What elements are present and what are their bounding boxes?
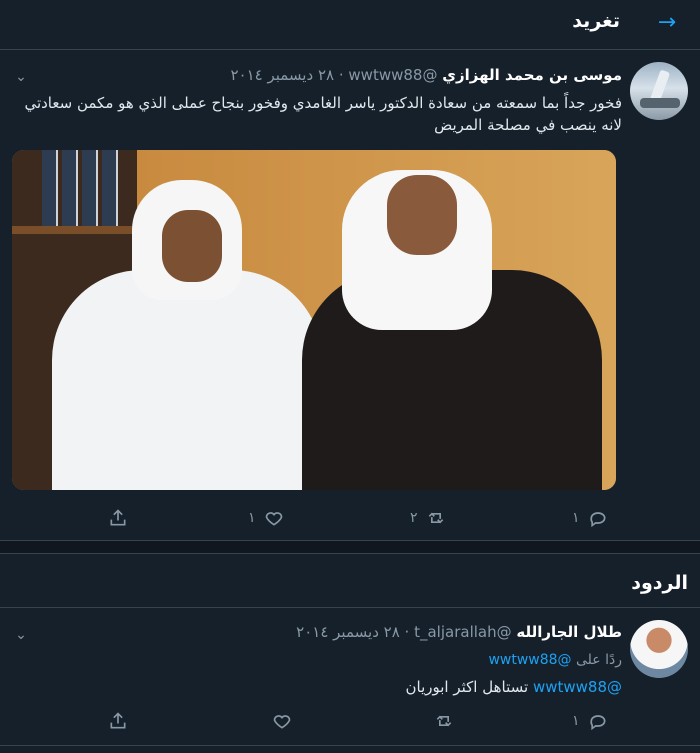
meta-dot: · [338,66,344,84]
photo-person-left-face [162,210,222,282]
reply-button[interactable]: ١ [572,503,608,533]
share-button[interactable] [108,706,128,736]
photo-binder [42,150,58,228]
meta-dot: · [404,623,410,641]
heart-icon [273,715,291,729]
reply-icon [589,715,606,731]
author-handle[interactable]: @wwtww88 [348,66,437,84]
chevron-down-icon[interactable]: ⌄ [12,626,30,644]
replying-to-handle[interactable]: @wwtww88 [488,652,571,668]
reply-author-avatar[interactable] [630,620,688,678]
tweet-date[interactable]: ٢٨ ديسمبر ٢٠١٤ [230,66,334,84]
reply-icon [589,512,606,528]
avatar-art [640,98,680,108]
retweet-button[interactable] [434,706,454,736]
chevron-down-icon[interactable]: ⌄ [12,68,30,86]
reply-author-handle[interactable]: @t_aljarallah [414,623,512,641]
author-avatar[interactable] [630,62,688,120]
share-icon [110,509,126,526]
tweet-meta: موسى بن محمد الهزازي @wwtww88 · ٢٨ ديسمب… [230,66,622,88]
top-bar: → تغريد [0,0,700,50]
tweet-photo[interactable] [12,150,616,490]
tweet: ⌄ موسى بن محمد الهزازي @wwtww88 · ٢٨ ديس… [0,50,700,540]
reply-meta: طلال الجارالله @t_aljarallah · ٢٨ ديسمبر… [296,623,622,641]
share-icon [110,712,126,729]
section-separator [0,540,700,554]
retweet-button[interactable]: ٢ [410,503,446,533]
replying-to: ردًا على @wwtww88 [488,652,622,668]
reply-count: ١ [572,713,580,729]
like-button[interactable]: ١ [248,503,284,533]
photo-binder [102,150,118,228]
reply-count: ١ [572,510,580,526]
divider [0,745,700,746]
reply-body: تستاهل اكثر ابوريان [405,678,529,696]
retweet-icon [436,715,452,727]
photo-person-right-face [387,175,457,255]
like-count: ١ [248,510,256,526]
heart-icon [265,512,282,526]
reply-text: @wwtww88 تستاهل اكثر ابوريان [406,678,623,696]
reply-button[interactable]: ١ [572,706,608,736]
page-title: تغريد [572,10,620,32]
retweet-icon [428,512,443,524]
tweet-actions: ١ ٢ ١ [0,503,700,533]
reply-actions: ١ [0,706,700,736]
photo-person-left [52,270,322,490]
back-arrow-icon[interactable]: → [652,8,682,38]
photo-binder [82,150,98,228]
replies-title: الردود [631,572,688,594]
reply-author-name[interactable]: طلال الجارالله [516,623,622,641]
like-button[interactable] [272,706,292,736]
reply-tweet: ⌄ طلال الجارالله @t_aljarallah · ٢٨ ديسم… [0,608,700,748]
reply-date[interactable]: ٢٨ ديسمبر ٢٠١٤ [296,623,400,641]
retweet-count: ٢ [410,510,418,526]
photo-shelf-board [12,226,137,234]
replying-to-prefix: ردًا على [576,652,622,668]
tweet-text: فخور جداً بما سمعته من سعادة الدكتور ياس… [24,94,622,134]
share-button[interactable] [108,503,128,533]
reply-mention[interactable]: @wwtww88 [533,678,622,696]
author-name[interactable]: موسى بن محمد الهزازي [442,66,622,84]
photo-binder [62,150,78,228]
